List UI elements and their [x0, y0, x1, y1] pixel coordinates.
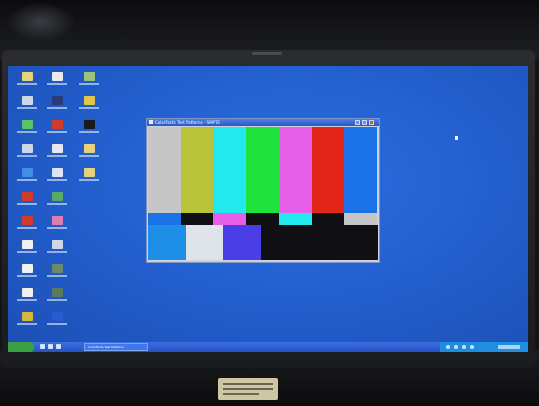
color-bar	[344, 127, 378, 213]
smpte-color-bars	[148, 127, 378, 260]
color-bar	[246, 127, 280, 213]
desktop-icon-app[interactable]	[44, 144, 70, 162]
desktop-icon-network[interactable]	[14, 120, 40, 138]
desktop-icon-display[interactable]	[44, 96, 70, 114]
color-bar	[180, 213, 214, 225]
app-icon	[51, 288, 63, 297]
desktop-icon-app[interactable]	[44, 312, 70, 330]
maximize-button[interactable]	[362, 120, 367, 125]
taskbar-item-label: ColorFacts Test Patterns	[88, 345, 124, 349]
app-icon	[21, 312, 33, 321]
clock	[498, 345, 520, 349]
taskbar-item-test-patterns[interactable]: ColorFacts Test Patterns	[84, 343, 148, 351]
color-bar	[311, 213, 345, 225]
color-bar	[213, 213, 247, 225]
desktop-screen[interactable]: ColorFacts Test Patterns - SMPTE ColorFa…	[8, 66, 528, 352]
quick-launch-icon[interactable]	[48, 344, 53, 349]
test-pattern-window[interactable]: ColorFacts Test Patterns - SMPTE	[146, 118, 380, 263]
mouse-cursor-icon	[455, 136, 458, 140]
app-icon	[83, 120, 95, 129]
app-icon	[149, 120, 153, 124]
color-bar	[278, 127, 312, 213]
app-icon	[21, 192, 33, 201]
color-bar	[213, 127, 247, 213]
system-tray	[440, 342, 528, 352]
desktop-icon-app[interactable]	[44, 192, 70, 210]
desktop-icon-app[interactable]	[44, 288, 70, 306]
folder-icon	[83, 144, 95, 153]
folder-icon	[83, 168, 95, 177]
desktop-icon-app[interactable]	[14, 192, 40, 210]
quick-launch-icon[interactable]	[40, 344, 45, 349]
app-icon	[51, 168, 63, 177]
color-bar	[260, 225, 378, 260]
document-icon	[21, 288, 33, 297]
color-bar	[148, 213, 181, 225]
desktop-icon-app[interactable]	[44, 264, 70, 282]
color-bar	[148, 127, 181, 213]
desktop-icon-app[interactable]	[44, 168, 70, 186]
monitor-icon	[51, 96, 63, 105]
monitor-logo	[252, 52, 282, 55]
globe-icon	[21, 168, 33, 177]
desktop-icon-app[interactable]	[14, 312, 40, 330]
tray-icon[interactable]	[454, 345, 458, 349]
desktop-icon-document[interactable]	[14, 264, 40, 282]
app-icon	[51, 144, 63, 153]
color-bar	[344, 213, 378, 225]
app-icon	[51, 192, 63, 201]
close-button[interactable]	[369, 120, 374, 125]
desktop-icon-app[interactable]	[44, 72, 70, 90]
color-bar	[180, 127, 214, 213]
desktop-icon-document[interactable]	[14, 240, 40, 258]
color-bar	[278, 213, 312, 225]
desktop-icon-my-computer[interactable]	[14, 96, 40, 114]
desktop-icon-app[interactable]	[76, 96, 102, 114]
folder-icon	[21, 72, 33, 81]
desktop-icon-folder[interactable]	[76, 168, 102, 186]
desktop-icon-app[interactable]	[76, 120, 102, 138]
document-icon	[21, 240, 33, 249]
app-icon	[51, 312, 63, 321]
desktop-icon-document[interactable]	[14, 288, 40, 306]
desktop-icon-app[interactable]	[44, 216, 70, 234]
document-icon	[51, 72, 63, 81]
start-button[interactable]	[8, 342, 34, 352]
window-titlebar[interactable]: ColorFacts Test Patterns - SMPTE	[147, 119, 379, 126]
app-icon	[51, 240, 63, 249]
network-icon	[21, 120, 33, 129]
app-icon	[51, 216, 63, 225]
monitor-stand-label	[218, 378, 278, 400]
tray-icon[interactable]	[462, 345, 466, 349]
desktop-icon-folder[interactable]	[76, 144, 102, 162]
desktop-icon-my-documents[interactable]	[14, 72, 40, 90]
desktop-icon-app[interactable]	[14, 216, 40, 234]
color-bar	[223, 225, 262, 260]
desktop-icon-app[interactable]	[76, 72, 102, 90]
app-icon	[51, 120, 63, 129]
app-icon	[51, 264, 63, 273]
document-icon	[21, 264, 33, 273]
desktop-icon-recycle-bin[interactable]	[14, 144, 40, 162]
color-bar	[185, 225, 224, 260]
desktop-icon-internet[interactable]	[14, 168, 40, 186]
window-title: ColorFacts Test Patterns - SMPTE	[155, 120, 220, 125]
color-bar	[246, 213, 280, 225]
quick-launch-icon[interactable]	[56, 344, 61, 349]
app-icon	[83, 72, 95, 81]
tray-icon[interactable]	[470, 345, 474, 349]
desktop-icon-app[interactable]	[44, 240, 70, 258]
taskbar: ColorFacts Test Patterns	[8, 342, 528, 352]
color-bar	[148, 225, 186, 260]
tray-icon[interactable]	[446, 345, 450, 349]
app-icon	[21, 216, 33, 225]
recycle-bin-icon	[21, 144, 33, 153]
computer-icon	[21, 96, 33, 105]
desktop-icon-app[interactable]	[44, 120, 70, 138]
ceiling-light	[6, 2, 76, 42]
app-icon	[83, 96, 95, 105]
color-bar	[311, 127, 345, 213]
minimize-button[interactable]	[355, 120, 360, 125]
